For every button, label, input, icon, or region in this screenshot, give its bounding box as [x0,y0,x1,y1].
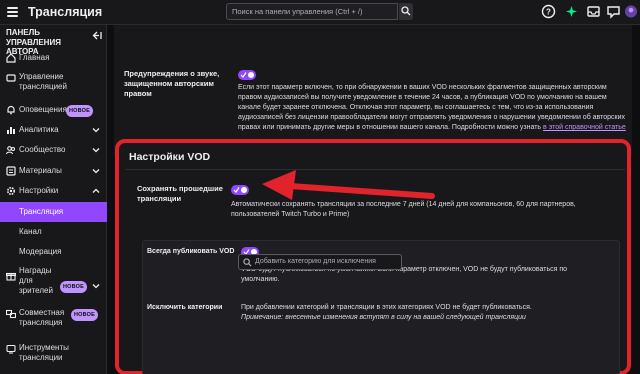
sidebar-item-tools[interactable]: Инструменты трансляции [0,343,107,365]
main-content: Предупреждения о звуке, защищенном автор… [108,25,640,374]
sidebar-item-label: Аналитика [19,125,59,134]
chevron-down-icon [92,284,100,289]
sidebar-item-analytics[interactable]: Аналитика [0,124,107,136]
sidebar-item-content[interactable]: Материалы [0,165,107,177]
sidebar-item-label: Сообщество [19,145,66,154]
exclude-categories-note: Примечание: внесенные изменения вступят … [241,314,526,321]
new-badge: НОВОЕ [71,309,99,321]
store-past-broadcasts-description: Автоматически сохранять трансляции за по… [231,201,576,218]
check-icon [233,187,240,193]
collab-icon [6,309,16,319]
exclude-category-search-input[interactable]: Добавить категорию для исключения [238,254,402,270]
alerts-icon [7,105,15,115]
chevron-down-icon [92,148,100,153]
exclude-category-placeholder: Добавить категорию для исключения [255,258,376,265]
copyright-warnings-toggle[interactable] [238,70,256,80]
always-publish-label: Всегда публиковать VOD [147,248,235,255]
home-icon [6,53,16,63]
sidebar-item-collab[interactable]: Совместная трансляция НОВОЕ [0,308,107,330]
sidebar: ПАНЕЛЬ УПРАВЛЕНИЯ АВТОРА Главная Управле… [0,25,107,374]
sidebar-item-alerts[interactable]: Оповещения НОВОЕ [0,104,107,117]
sidebar-item-label: Управление трансляцией [19,72,67,91]
search-button[interactable] [399,3,413,20]
copyright-warnings-description: Если этот параметр включен, то при обнар… [238,83,630,133]
analytics-icon [7,127,15,134]
search-icon [401,6,411,16]
search-icon [243,258,252,267]
help-icon[interactable]: ? [541,4,556,19]
sidebar-item-label: Настройки [19,186,59,195]
sidebar-item-stream-manager[interactable]: Управление трансляцией [0,72,107,94]
sidebar-item-label: Главная [19,53,50,62]
vod-settings-title: Настройки VOD [129,151,211,163]
menu-icon[interactable] [7,7,18,17]
copyright-warnings-label: Предупреждения о звуке, защищенном автор… [124,69,220,98]
sparkle-icon[interactable] [564,4,579,19]
exclude-categories-description: При добавлении категорий и трансляции в … [241,304,532,311]
exclude-categories-label: Исключить категории [147,304,223,311]
search-input[interactable]: Поиск на панели управления (Ctrl + /) [226,3,398,20]
sidebar-subitem-channel[interactable]: Канал [0,222,107,242]
sidebar-item-home[interactable]: Главная [0,52,107,64]
sidebar-item-rewards[interactable]: Награды для зрителей НОВОЕ [0,266,107,298]
stream-manager-icon [6,74,16,82]
sidebar-item-settings[interactable]: Настройки [0,185,107,197]
sidebar-item-label: Инструменты трансляции [19,343,69,362]
store-past-broadcasts-toggle[interactable] [231,185,249,195]
store-past-broadcasts-label: Сохранять прошедшие трансляции [137,184,223,203]
sidebar-item-community[interactable]: Сообщество [0,144,107,156]
content-icon [6,166,16,176]
tools-icon [6,344,16,354]
chevron-down-icon [92,128,100,133]
sidebar-item-label: Награды для зрителей [19,266,53,295]
inbox-icon[interactable] [586,4,601,19]
community-icon [6,146,16,155]
sidebar-item-label: Совместная трансляция [19,308,65,327]
collapse-icon[interactable] [92,31,102,40]
chevron-up-icon [92,188,100,193]
sidebar-subitem-stream[interactable]: Трансляция [0,202,107,222]
page-title: Трансляция [28,5,103,19]
avatar[interactable] [624,4,638,19]
top-bar: Трансляция Поиск на панели управления (C… [0,0,640,25]
sidebar-subitem-moderation[interactable]: Модерация [0,242,107,262]
new-badge: НОВОЕ [60,281,88,293]
messages-icon[interactable] [606,4,621,19]
svg-text:?: ? [546,8,551,17]
help-article-link[interactable]: в этой справочной статье [543,124,626,131]
sidebar-item-label: Оповещения [19,105,67,114]
divider [125,169,625,170]
rewards-icon [6,272,16,281]
sidebar-item-label: Материалы [19,166,62,175]
new-badge: НОВОЕ [66,105,94,117]
settings-icon [6,186,16,196]
chevron-down-icon [92,169,100,174]
check-icon [240,72,247,78]
